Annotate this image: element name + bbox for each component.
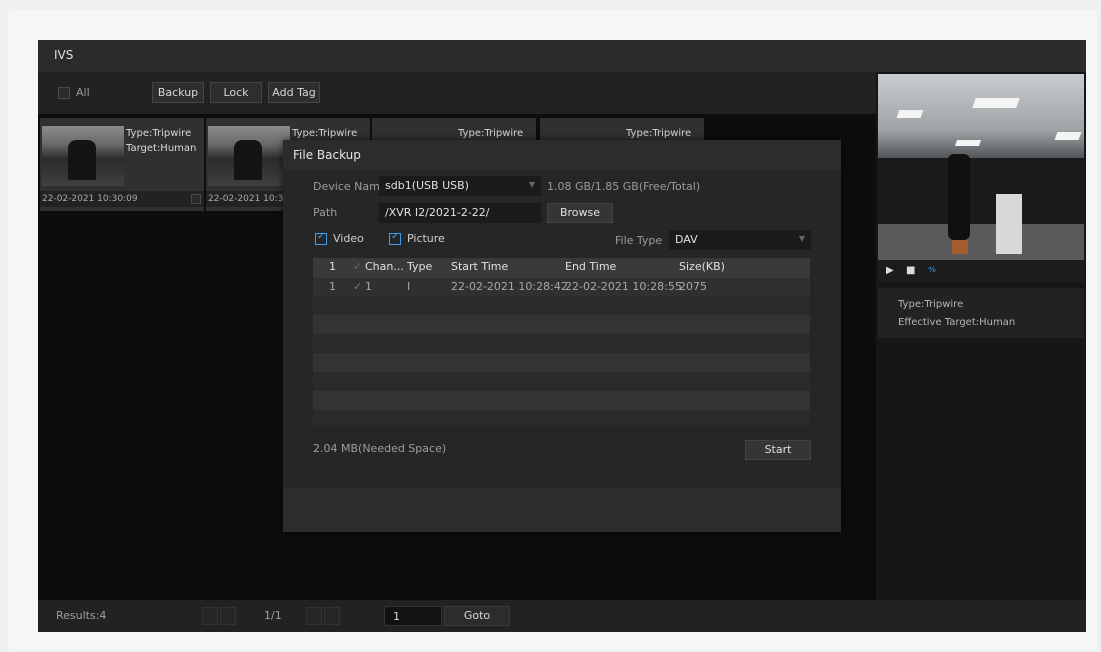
select-all-label: All	[76, 86, 90, 99]
table-header: 1 ✓ Chan... Type Start Time End Time Siz…	[313, 258, 810, 278]
empty-row	[313, 315, 810, 334]
ceiling-light	[954, 140, 982, 146]
device-name-select[interactable]: sdb1(USB USB) ▼	[379, 176, 541, 196]
thumbnail-time-text: 22-02-2021 10:30:09	[42, 194, 138, 204]
capacity-text: 1.08 GB/1.85 GB(Free/Total)	[547, 180, 701, 193]
camera-image	[878, 74, 1084, 260]
row-start-time: 22-02-2021 10:28:42	[451, 280, 568, 293]
thumbnail-target: Target:Human	[126, 143, 197, 154]
start-button[interactable]: Start	[745, 440, 811, 460]
thumbnail-time: 22-02-2021 10:30:09	[40, 191, 204, 207]
detail-type: Type:Tripwire	[898, 299, 964, 310]
ceiling-light	[1054, 132, 1082, 140]
kiosk	[996, 194, 1022, 254]
play-icon[interactable]: ▶	[886, 265, 894, 276]
backup-button[interactable]: Backup	[152, 82, 204, 103]
title-bar: IVS	[38, 40, 1086, 72]
chevron-down-icon: ▼	[798, 234, 805, 243]
browse-button[interactable]: Browse	[547, 203, 613, 223]
row-end-time: 22-02-2021 10:28:55	[565, 280, 682, 293]
row-type: I	[407, 280, 411, 293]
playback-controls: ▶ ■ ⁴⁄₈	[878, 260, 1084, 282]
thumbnail-info: Type:Tripwire	[292, 126, 357, 141]
bottom-bar: Results:4 1/1 Goto	[38, 600, 1086, 632]
audio-icon[interactable]: ⁴⁄₈	[928, 265, 936, 274]
empty-row	[313, 296, 810, 315]
thumbnail-type: Type:Tripwire	[458, 128, 524, 139]
event-thumbnail[interactable]: Type:Tripwire Target:Human 22-02-2021 10…	[40, 118, 204, 211]
row-size: 2075	[679, 280, 707, 293]
thumbnail-info: Type:Tripwire	[626, 126, 691, 141]
person	[948, 154, 970, 240]
path-label: Path	[313, 206, 338, 219]
select-all[interactable]: All	[58, 86, 90, 99]
last-page-button[interactable]	[324, 607, 340, 625]
video-preview[interactable]: ▶ ■ ⁴⁄₈	[878, 74, 1084, 282]
thumbnail-info: Type:Tripwire Target:Human	[126, 126, 196, 156]
empty-row	[313, 372, 810, 391]
header-check-icon[interactable]: ✓	[353, 260, 362, 273]
device-name-label: Device Name	[313, 180, 387, 193]
device-name-value: sdb1(USB USB)	[385, 179, 469, 192]
backup-file-table: 1 ✓ Chan... Type Start Time End Time Siz…	[313, 258, 810, 426]
picture-check-icon	[389, 231, 401, 245]
header-num: 1	[329, 260, 336, 273]
thumbnail-image	[42, 126, 124, 186]
prev-page-button[interactable]	[220, 607, 236, 625]
dialog-body: Device Name sdb1(USB USB) ▼ 1.08 GB/1.85 …	[283, 170, 841, 488]
header-end-time: End Time	[565, 260, 617, 273]
ceiling-light	[972, 98, 1020, 108]
goto-button[interactable]: Goto	[444, 606, 510, 626]
thumbnail-info: Type:Tripwire	[458, 126, 523, 141]
window-title: IVS	[54, 48, 74, 62]
picture-label: Picture	[407, 232, 445, 245]
empty-row	[313, 334, 810, 353]
file-backup-dialog: File Backup Device Name sdb1(USB USB) ▼ 1…	[283, 140, 841, 532]
row-num: 1	[329, 280, 336, 293]
table-row[interactable]: 1 ✓ 1 I 22-02-2021 10:28:42 22-02-2021 1…	[313, 278, 810, 296]
event-detail: Type:Tripwire Effective Target:Human	[878, 288, 1084, 338]
ceiling-light	[896, 110, 924, 118]
floor	[878, 224, 1084, 260]
header-type: Type	[407, 260, 433, 273]
next-page-button[interactable]	[306, 607, 322, 625]
thumbnail-type: Type:Tripwire	[292, 128, 358, 139]
empty-row	[313, 410, 810, 426]
file-type-label: File Type	[615, 234, 663, 247]
toolbar: All Backup Lock Add Tag	[38, 72, 876, 114]
picture-checkbox[interactable]: Picture	[389, 231, 445, 245]
video-label: Video	[333, 232, 364, 245]
needed-space: 2.04 MB(Needed Space)	[313, 442, 447, 455]
file-type-select[interactable]: DAV ▼	[669, 230, 811, 250]
thumbnail-checkbox[interactable]	[191, 194, 201, 204]
thumbnail-type: Type:Tripwire	[126, 128, 192, 139]
dialog-title: File Backup	[293, 148, 361, 162]
detail-target: Effective Target:Human	[898, 317, 1016, 328]
wall	[878, 158, 1084, 224]
chevron-down-icon: ▼	[528, 180, 535, 189]
file-type-value: DAV	[675, 233, 698, 246]
path-field[interactable]: /XVR I2/2021-2-22/	[379, 203, 541, 223]
results-count: Results:4	[56, 609, 107, 622]
page-indicator: 1/1	[264, 609, 282, 622]
header-channel: Chan...	[365, 260, 404, 273]
empty-row	[313, 391, 810, 410]
stop-icon[interactable]: ■	[906, 265, 915, 276]
lock-button[interactable]: Lock	[210, 82, 262, 103]
select-all-checkbox[interactable]	[58, 87, 70, 99]
row-channel: 1	[365, 280, 372, 293]
path-value: /XVR I2/2021-2-22/	[385, 206, 490, 219]
video-check-icon	[315, 231, 327, 245]
thumbnail-type: Type:Tripwire	[626, 128, 692, 139]
header-start-time: Start Time	[451, 260, 509, 273]
thumbnail-image	[208, 126, 290, 186]
first-page-button[interactable]	[202, 607, 218, 625]
row-check-icon[interactable]: ✓	[353, 280, 362, 293]
video-checkbox[interactable]: Video	[315, 231, 364, 245]
header-size: Size(KB)	[679, 260, 725, 273]
goto-page-input[interactable]	[384, 606, 442, 626]
add-tag-button[interactable]: Add Tag	[268, 82, 320, 103]
empty-row	[313, 353, 810, 372]
